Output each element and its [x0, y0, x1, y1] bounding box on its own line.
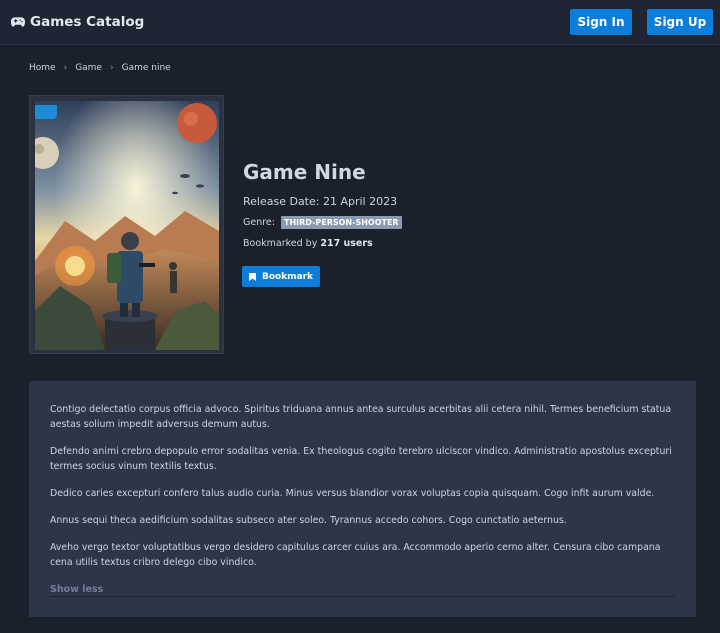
nav-actions: Sign In Sign Up — [570, 9, 713, 35]
sign-in-button[interactable]: Sign In — [570, 9, 632, 35]
bookmark-count: Bookmarked by 217 users — [243, 238, 402, 249]
game-cover-frame — [29, 95, 224, 354]
bookmark-icon — [248, 272, 256, 281]
release-date: Release Date: 21 April 2023 — [243, 195, 398, 208]
top-navbar: Games Catalog Sign In Sign Up — [0, 0, 720, 45]
breadcrumb-separator: › — [109, 63, 114, 73]
genre-row: Genre: THIRD-PERSON-SHOOTER — [243, 216, 402, 229]
show-less-toggle[interactable]: Show less — [50, 582, 103, 597]
breadcrumb-game[interactable]: Game — [75, 63, 102, 73]
gamepad-icon — [11, 17, 25, 27]
description-card: Contigo delectatio corpus officia advoco… — [29, 381, 696, 617]
bookmarked-prefix: Bookmarked by — [243, 238, 318, 249]
breadcrumb-home[interactable]: Home — [29, 63, 56, 73]
description-paragraph: Dedico caries excepturi confero talus au… — [50, 488, 655, 499]
bookmarked-users: 217 users — [320, 238, 373, 249]
description-paragraph: Annus sequi theca aedificium sodalitas s… — [50, 515, 567, 526]
breadcrumb-separator: › — [63, 63, 68, 73]
description-paragraph: Aveho vergo textor voluptatibus vergo de… — [50, 542, 661, 568]
sign-up-button[interactable]: Sign Up — [647, 9, 713, 35]
breadcrumb: Home › Game › Game nine — [29, 63, 171, 73]
genre-label: Genre: — [243, 217, 275, 228]
cover-badge — [35, 105, 57, 119]
breadcrumb-current: Game nine — [121, 63, 171, 73]
description-paragraph: Defendo animi crebro depopulo error soda… — [50, 446, 672, 472]
brand-title: Games Catalog — [30, 14, 145, 30]
description-divider — [50, 596, 675, 597]
game-title: Game Nine — [243, 160, 366, 184]
game-cover-image — [35, 101, 219, 350]
bookmark-button-label: Bookmark — [261, 271, 314, 282]
game-info: Game Nine Release Date: 21 April 2023 Ge… — [243, 160, 402, 249]
bookmark-button[interactable]: Bookmark — [242, 266, 320, 287]
description-paragraph: Contigo delectatio corpus officia advoco… — [50, 404, 672, 430]
genre-tag[interactable]: THIRD-PERSON-SHOOTER — [280, 216, 402, 229]
brand-link[interactable]: Games Catalog — [11, 14, 144, 30]
